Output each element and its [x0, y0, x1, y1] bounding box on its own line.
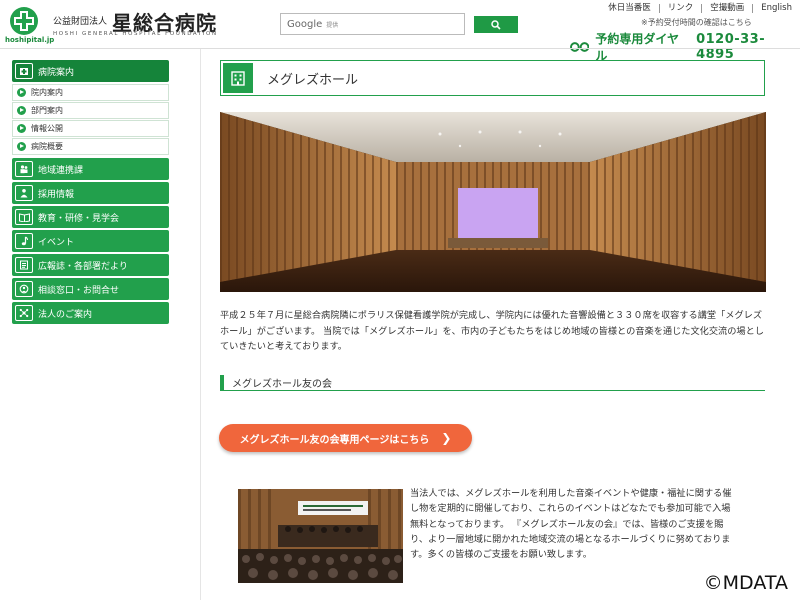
reservation-dial: 予約専用ダイヤル 0120-33-4895 — [570, 30, 800, 64]
content-divider — [200, 49, 201, 600]
hospital-icon — [15, 63, 33, 79]
sidebar-item-education[interactable]: 教育・研修・見学会 — [12, 206, 169, 228]
sidebar-item-label: 広報誌・各部署だより — [38, 261, 128, 272]
search-input[interactable]: Google 提供 — [280, 13, 465, 35]
sidebar-subitems: 院内案内 部門案内 情報公開 病院概要 — [12, 84, 169, 155]
util-link-english[interactable]: English — [752, 4, 792, 13]
sidebar-item-label: 採用情報 — [38, 189, 75, 200]
search-icon — [491, 19, 501, 30]
logo-domain: hoshipital.jp — [5, 36, 55, 44]
building-icon — [223, 63, 253, 93]
sidebar-subitem-overview[interactable]: 病院概要 — [12, 138, 169, 155]
sidebar-subitem-departments[interactable]: 部門案内 — [12, 102, 169, 119]
sidebar-item-events[interactable]: イベント — [12, 230, 169, 252]
concert-photo — [238, 489, 403, 583]
sidebar-nav: 病院案内 院内案内 部門案内 情報公開 病院概要 地域連携課 採用情報 教育・研… — [12, 60, 169, 326]
people-icon — [15, 161, 33, 177]
friends-club-description: 当法人では、メグレズホールを利用した音楽イベントや健康・福祉に関する催し物を定期… — [410, 488, 732, 561]
sidebar-item-corporation[interactable]: 法人のご案内 — [12, 302, 169, 324]
util-link-holiday[interactable]: 休日当番医 — [600, 4, 659, 13]
reservation-label: 予約専用ダイヤル — [595, 32, 680, 63]
watermark: ©MDATA — [703, 572, 788, 594]
search-button[interactable] — [474, 16, 518, 33]
friends-club-page-button[interactable]: メグレズホール友の会専用ページはこちら ❯ — [219, 424, 472, 452]
section-heading-bar — [220, 374, 224, 390]
subitem-label: 情報公開 — [31, 124, 63, 133]
page-title: メグレズホール — [267, 72, 359, 88]
sidebar-subitem-disclosure[interactable]: 情報公開 — [12, 120, 169, 137]
hospital-logo-icon[interactable] — [7, 6, 41, 36]
sidebar-main-items: 地域連携課 採用情報 教育・研修・見学会 イベント 広報誌・各部署だより 相談窓… — [12, 158, 169, 324]
sidebar-item-label: 病院案内 — [38, 67, 75, 78]
sidebar-item-label: 地域連携課 — [38, 165, 84, 176]
consult-icon — [15, 281, 33, 297]
util-link-links[interactable]: リンク — [658, 4, 702, 13]
sidebar-item-label: 相談窓口・お問合せ — [38, 285, 120, 296]
page: hoshipital.jp 公益財団法人 星総合病院 HOSHI GENERAL… — [0, 0, 800, 600]
arrow-circle-icon — [17, 124, 26, 133]
music-icon — [15, 233, 33, 249]
reservation-phone[interactable]: 0120-33-4895 — [696, 32, 800, 62]
free-dial-icon — [570, 42, 590, 52]
cta-label: メグレズホール友の会専用ページはこちら — [239, 434, 430, 446]
intro-text: 平成２５年７月に星総合病院隣にポラリス保健看護学院が完成し、学院内には優れた音響… — [220, 310, 764, 352]
arrow-circle-icon — [17, 88, 26, 97]
chevron-right-icon: ❯ — [441, 431, 452, 445]
hall-photo — [220, 112, 766, 292]
sidebar-item-recruit[interactable]: 採用情報 — [12, 182, 169, 204]
arrow-circle-icon — [17, 106, 26, 115]
subitem-label: 院内案内 — [31, 88, 63, 97]
google-logo: Google — [287, 18, 323, 30]
sidebar-item-consultation[interactable]: 相談窓口・お問合せ — [12, 278, 169, 300]
sidebar-item-label: 教育・研修・見学会 — [38, 213, 120, 224]
subitem-label: 病院概要 — [31, 142, 63, 151]
section-heading-text: メグレズホール友の会 — [232, 378, 332, 390]
sidebar-subitem-facility[interactable]: 院内案内 — [12, 84, 169, 101]
page-title-box: メグレズホール — [220, 60, 765, 96]
util-link-aerial-video[interactable]: 空撮動画 — [701, 4, 752, 13]
arrow-circle-icon — [17, 142, 26, 151]
sidebar-item-community-liaison[interactable]: 地域連携課 — [12, 158, 169, 180]
sidebar-item-newsletter[interactable]: 広報誌・各部署だより — [12, 254, 169, 276]
newsletter-icon — [15, 257, 33, 273]
search-provided-label: 提供 — [326, 21, 339, 29]
book-icon — [15, 209, 33, 225]
network-icon — [15, 305, 33, 321]
sidebar-item-hospital-guide[interactable]: 病院案内 — [12, 60, 169, 82]
utility-links: 休日当番医 リンク 空撮動画 English — [600, 4, 792, 13]
sidebar-item-label: イベント — [38, 237, 75, 248]
section-heading: メグレズホール友の会 — [220, 374, 765, 391]
sidebar-item-label: 法人のご案内 — [38, 309, 93, 320]
org-prefix: 公益財団法人 — [53, 17, 108, 27]
org-english-name: HOSHI GENERAL HOSPITAL FOUNDATION — [53, 31, 218, 37]
site-header: hoshipital.jp 公益財団法人 星総合病院 HOSHI GENERAL… — [0, 0, 800, 63]
subitem-label: 部門案内 — [31, 106, 63, 115]
recruit-icon — [15, 185, 33, 201]
reservation-hours-link[interactable]: ※予約受付時間の確認はこちら — [641, 17, 752, 28]
header-divider — [0, 48, 800, 49]
